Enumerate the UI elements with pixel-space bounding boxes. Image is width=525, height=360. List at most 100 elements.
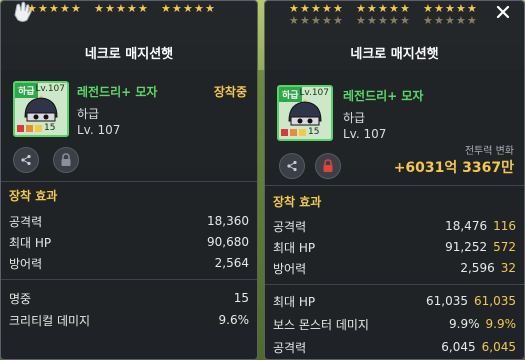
star-icon: ★ [456,2,466,15]
item-name: 레전드리+ 모자 [77,85,158,99]
stat-value-group: 2,596 32 [460,261,516,275]
potential-square [290,128,297,136]
enhance-count: 15 [44,123,56,133]
stat-diff: 572 [493,240,516,254]
stat-value: 90,680 [207,235,249,249]
stat-name: 공격력 [9,214,43,229]
star-icon: ★ [172,2,182,15]
stat-diff: 9.9% [485,317,517,331]
star-icon: ★ [300,14,310,27]
star-group: ★ ★ ★ ★ ★ [423,15,478,27]
star-icon: ★ [38,2,48,15]
lock-icon [61,153,71,166]
star-force-row-secondary: ★ ★ ★ ★ ★ ★ ★ ★ ★ ★ ★ ★ ★ ★ ★ [265,15,524,27]
stat-diff: 6,045 [481,340,516,354]
stat-row: 보스 몬스터 데미지 9.9% 9.9% [273,314,516,334]
star-icon: ★ [333,14,343,27]
star-icon: ★ [27,2,37,15]
stat-value: 18,476 [445,219,488,233]
star-icon: ★ [127,2,137,15]
stat-name: 공격력 [273,340,307,355]
divider [1,181,257,182]
star-icon: ★ [289,14,299,27]
star-icon: ★ [423,14,433,27]
star-icon: ★ [400,2,410,15]
star-badge [299,128,306,136]
star-icon: ★ [378,14,388,27]
stat-value-group: 9.9% 9.9% [449,317,516,331]
star-icon: ★ [467,2,477,15]
star-icon: ★ [138,2,148,15]
stat-name: 최대 HP [273,294,316,309]
stat-value: 91,252 [445,240,488,254]
star-icon: ★ [194,2,204,15]
item-name: 레전드리+ 모자 [343,89,424,103]
item-grade: 하급 [77,107,100,121]
enhance-count: 15 [308,127,320,137]
stat-row: 공격력 6,045 6,045 [273,337,516,357]
divider [265,284,524,285]
star-icon: ★ [49,2,59,15]
star-icon: ★ [356,14,366,27]
level-tag: Lv.107 [299,88,329,98]
star-icon: ★ [367,2,377,15]
star-group: ★ ★ ★ ★ ★ [289,15,344,27]
stat-row: 최대 HP 90,680 [9,232,249,252]
stat-value-group: 6,045 6,045 [441,340,516,354]
stat-row: 공격력 18,476 116 [273,216,516,236]
star-force-row: ★ ★ ★ ★ ★ ★ ★ ★ ★ ★ ★ ★ ★ ★ ★ [1,3,257,17]
stat-value-group: 2,564 [215,256,249,270]
stat-row: 방어력 2,564 [9,253,249,273]
stat-name: 명중 [9,291,32,306]
item-icon-footer: 15 [17,123,65,133]
stat-value: 6,045 [441,340,476,354]
stat-diff: 61,035 [474,294,516,308]
section-title: 장착 효과 [9,189,58,203]
stat-value: 9.6% [218,313,250,327]
compare-item-panel: ★ ★ ★ ★ ★ ★ ★ ★ ★ ★ ★ ★ ★ ★ ★ ★ ★ ★ ★ ★ ★ ★ ★ ★ ★ ★ ★ ★ ★ ★ 네크로 … [264,0,525,360]
stat-row: 최대 HP 61,035 61,035 [273,291,516,311]
star-icon: ★ [434,2,444,15]
potential-square [281,128,288,136]
share-button[interactable] [13,147,39,173]
item-icon-frame[interactable]: 하급 Lv.107 15 [277,85,333,141]
helmet-icon [288,99,322,126]
star-icon: ★ [423,2,433,15]
stat-name: 보스 몬스터 데미지 [273,317,369,332]
star-group: ★ ★ ★ ★ ★ [356,15,411,27]
combat-power-value: +6031억 3367만 [393,160,514,176]
star-icon: ★ [322,14,332,27]
stat-value: 15 [233,291,249,305]
item-title: 네크로 매지션햇 [350,47,439,62]
share-button[interactable] [279,153,305,179]
star-icon: ★ [333,2,343,15]
star-group: ★ ★ ★ ★ ★ [161,3,216,17]
star-icon: ★ [378,2,388,15]
lock-button[interactable] [53,147,79,173]
stat-value-group: 18,360 [207,214,249,228]
star-icon: ★ [367,14,377,27]
level-tag: Lv.107 [35,84,65,94]
item-icon-frame[interactable]: 하급 Lv.107 15 [13,81,69,137]
star-icon: ★ [205,2,215,15]
item-level: Lv. 107 [343,127,387,141]
helmet-icon [24,95,58,122]
star-icon: ★ [289,2,299,15]
stat-value: 61,035 [426,294,468,308]
star-icon: ★ [311,14,321,27]
close-button[interactable] [494,5,512,23]
stat-row: 공격력 18,360 [9,211,249,231]
stat-row: 크리티컬 데미지 9.6% [9,310,249,330]
stat-value-group: 9.6% [219,313,250,327]
potential-square [26,124,33,132]
stat-value: 2,564 [214,256,249,270]
stat-diff: 116 [493,219,516,233]
stat-name: 최대 HP [273,240,316,255]
combat-power-label: 전투력 변화 [464,146,514,157]
star-icon: ★ [445,14,455,27]
star-icon: ★ [445,2,455,15]
star-icon: ★ [161,2,171,15]
lock-button[interactable] [315,153,341,179]
star-icon: ★ [400,14,410,27]
stat-name: 공격력 [273,219,307,234]
